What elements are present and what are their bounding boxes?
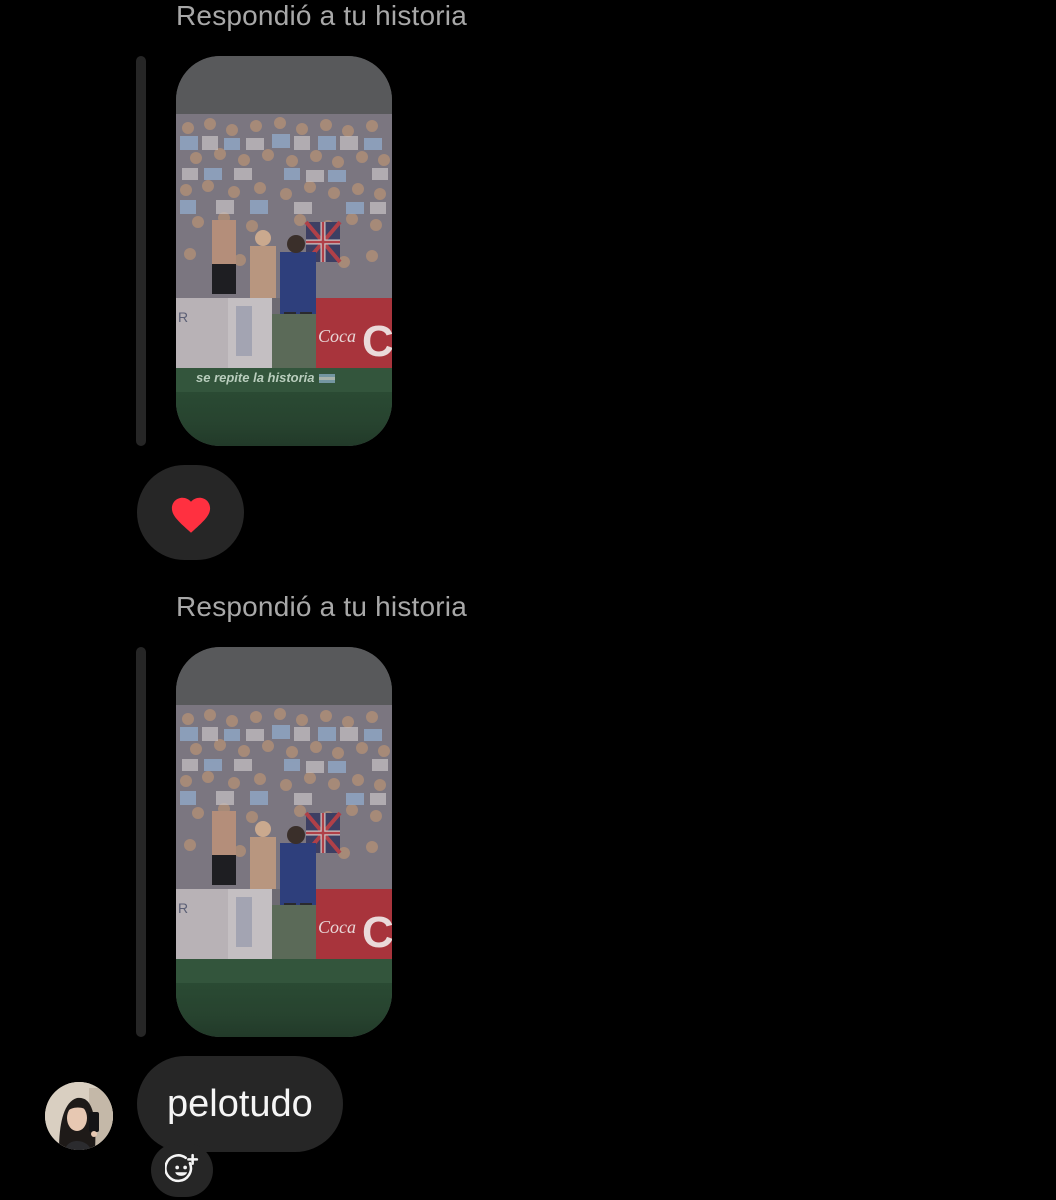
story-caption-text: se repite la historia [196,370,315,385]
story-bottom-band [176,392,392,446]
reply-label: Respondió a tu historia [176,591,467,622]
story-reply-thumbnail[interactable] [176,647,392,1037]
story-reply-thumbnail[interactable]: se repite la historia [176,56,392,446]
message-text: pelotudo [167,1082,313,1125]
red-heart-icon [171,497,210,533]
avatar-photo [45,1082,113,1150]
story-top-band [176,56,392,114]
reply-indicator-line [136,647,146,1037]
story-photo [176,705,392,959]
story-caption-band [176,959,392,983]
avatar[interactable] [45,1082,113,1150]
reply-label: Respondió a tu historia [176,0,467,31]
heart-reaction-bubble[interactable] [137,465,244,560]
message-bubble[interactable]: pelotudo [137,1056,343,1152]
story-photo [176,114,392,368]
story-caption: se repite la historia [196,370,335,385]
add-reaction-button[interactable] [151,1143,213,1197]
argentina-flag-icon [318,374,335,384]
story-top-band [176,647,392,705]
story-bottom-band [176,983,392,1037]
add-reaction-icon [165,1153,199,1183]
reply-indicator-line [136,56,146,446]
